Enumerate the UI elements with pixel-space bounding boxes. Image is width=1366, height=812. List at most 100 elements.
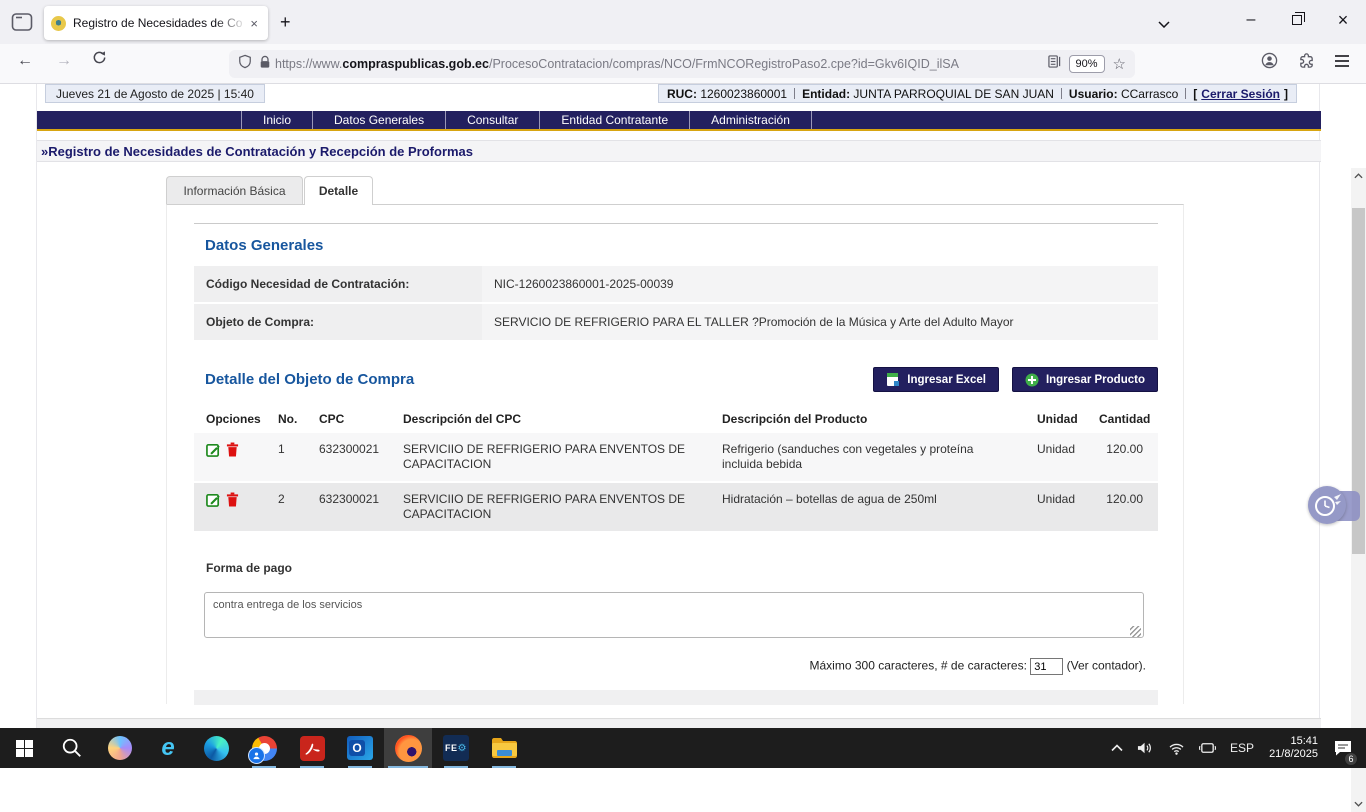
scroll-up-icon[interactable] bbox=[1351, 168, 1366, 184]
col-cpc: CPC bbox=[319, 412, 403, 426]
cast-display-icon[interactable] bbox=[1192, 728, 1223, 768]
url-domain: compraspublicas.gob.ec bbox=[342, 57, 489, 71]
tab-close-icon[interactable]: × bbox=[247, 15, 261, 32]
fes-app-button[interactable]: FE⚙ bbox=[432, 728, 480, 768]
volume-icon[interactable] bbox=[1130, 728, 1161, 768]
tray-date: 21/8/2025 bbox=[1269, 748, 1318, 761]
menu-hamburger-icon[interactable] bbox=[1334, 54, 1350, 73]
account-icon[interactable] bbox=[1261, 52, 1278, 74]
floating-clock-widget[interactable] bbox=[1308, 486, 1360, 526]
col-desc-cpc: Descripción del CPC bbox=[403, 412, 722, 426]
language-indicator[interactable]: ESP bbox=[1223, 728, 1261, 768]
folder-icon bbox=[491, 737, 517, 759]
file-explorer-button[interactable] bbox=[480, 728, 528, 768]
outlook-icon: O bbox=[347, 736, 373, 760]
next-section-bar bbox=[37, 718, 1321, 728]
copilot-icon bbox=[108, 736, 132, 760]
field-row-objeto: Objeto de Compra: SERVICIO DE REFRIGERIO… bbox=[194, 304, 1158, 340]
site-favicon-icon bbox=[51, 16, 66, 31]
search-button[interactable] bbox=[48, 728, 96, 768]
tab-list-chevron-icon[interactable] bbox=[1158, 15, 1170, 33]
character-counter: Máximo 300 caracteres, # de caracteres: … bbox=[194, 658, 1146, 675]
tray-clock[interactable]: 15:41 21/8/2025 bbox=[1261, 735, 1326, 761]
url-text: https://www.compraspublicas.gob.ec/Proce… bbox=[275, 57, 1048, 71]
restore-button[interactable] bbox=[1274, 0, 1320, 40]
ruc-value: 1260023860001 bbox=[700, 87, 787, 101]
edit-icon[interactable] bbox=[206, 492, 221, 510]
chrome-icon bbox=[252, 736, 277, 761]
codigo-value: NIC-1260023860001-2025-00039 bbox=[482, 266, 1158, 302]
nav-item-administracion[interactable]: Administración bbox=[689, 111, 812, 129]
table-header-row: Opciones No. CPC Descripción del CPC Des… bbox=[194, 407, 1158, 431]
delete-trash-icon[interactable] bbox=[226, 492, 239, 510]
minimize-button[interactable]: – bbox=[1228, 0, 1274, 40]
edit-icon[interactable] bbox=[206, 442, 221, 460]
delete-trash-icon[interactable] bbox=[226, 442, 239, 460]
window-close-button[interactable]: × bbox=[1320, 0, 1366, 40]
wifi-icon[interactable] bbox=[1161, 728, 1192, 768]
tab-detalle[interactable]: Detalle bbox=[304, 176, 373, 205]
start-button[interactable] bbox=[0, 728, 48, 768]
cell-cpc-desc: SERVICIIO DE REFRIGERIO PARA ENVENTOS DE… bbox=[403, 442, 722, 472]
extensions-puzzle-icon[interactable] bbox=[1298, 52, 1315, 74]
counter-input[interactable] bbox=[1030, 658, 1063, 675]
bookmark-star-icon[interactable]: ☆ bbox=[1113, 55, 1126, 73]
counter-prefix: Máximo 300 caracteres, # de caracteres: bbox=[810, 659, 1027, 673]
tracking-shield-icon[interactable] bbox=[238, 54, 252, 74]
cell-cpc: 632300021 bbox=[319, 492, 403, 522]
copilot-button[interactable] bbox=[96, 728, 144, 768]
back-button[interactable]: ← bbox=[17, 52, 33, 70]
nav-item-entidad-contratante[interactable]: Entidad Contratante bbox=[539, 111, 689, 129]
chrome-button[interactable] bbox=[240, 728, 288, 768]
internet-explorer-button[interactable]: e bbox=[144, 728, 192, 768]
usuario-value: CCarrasco bbox=[1121, 87, 1178, 101]
lock-icon[interactable] bbox=[259, 55, 271, 74]
url-bar[interactable]: https://www.compraspublicas.gob.ec/Proce… bbox=[229, 50, 1135, 78]
forma-de-pago-label: Forma de pago bbox=[194, 561, 1183, 575]
table-row: 1 632300021 SERVICIIO DE REFRIGERIO PARA… bbox=[194, 433, 1158, 481]
resize-grip-icon[interactable] bbox=[1130, 626, 1141, 637]
forward-button[interactable]: → bbox=[56, 52, 72, 70]
cell-prod-desc: Refrigerio (sanduches con vegetales y pr… bbox=[722, 442, 1037, 472]
search-icon bbox=[61, 737, 83, 759]
edge-icon bbox=[204, 736, 229, 761]
cell-cpc: 632300021 bbox=[319, 442, 403, 472]
notification-center-button[interactable]: 6 bbox=[1326, 728, 1360, 768]
taskbar: e O FE⚙ bbox=[0, 728, 1366, 768]
main-navigation: Inicio Datos Generales Consultar Entidad… bbox=[37, 111, 1321, 131]
col-cantidad: Cantidad bbox=[1099, 412, 1158, 426]
acrobat-icon bbox=[300, 736, 325, 761]
nav-item-consultar[interactable]: Consultar bbox=[445, 111, 539, 129]
section-footer-bar bbox=[194, 690, 1158, 705]
counter-suffix: (Ver contador). bbox=[1067, 659, 1146, 673]
firefox-button[interactable] bbox=[384, 728, 432, 768]
refresh-button[interactable] bbox=[92, 50, 107, 70]
tray-chevron-up-icon[interactable] bbox=[1104, 728, 1130, 768]
zoom-level-badge[interactable]: 90% bbox=[1069, 55, 1105, 73]
cell-cantidad: 120.00 bbox=[1099, 492, 1158, 522]
edge-button[interactable] bbox=[192, 728, 240, 768]
firefox-icon bbox=[395, 735, 422, 762]
windows-logo-icon bbox=[16, 740, 33, 757]
forma-de-pago-textarea[interactable]: contra entrega de los servicios bbox=[204, 592, 1144, 638]
nav-item-datos-generales[interactable]: Datos Generales bbox=[312, 111, 445, 129]
tab-informacion-basica[interactable]: Información Básica bbox=[166, 176, 303, 204]
fes-app-icon: FE⚙ bbox=[443, 735, 469, 761]
cell-cantidad: 120.00 bbox=[1099, 442, 1158, 472]
ingresar-excel-button[interactable]: Ingresar Excel bbox=[873, 367, 999, 392]
col-desc-producto: Descripción del Producto bbox=[722, 412, 1037, 426]
acrobat-button[interactable] bbox=[288, 728, 336, 768]
firefox-view-icon[interactable] bbox=[11, 12, 33, 32]
reader-view-icon[interactable] bbox=[1048, 55, 1061, 73]
outlook-button[interactable]: O bbox=[336, 728, 384, 768]
new-tab-button[interactable]: + bbox=[280, 10, 291, 34]
cell-unidad: Unidad bbox=[1037, 442, 1099, 472]
tray-time: 15:41 bbox=[1269, 735, 1318, 748]
restore-icon bbox=[1292, 15, 1302, 25]
cell-no: 1 bbox=[278, 442, 319, 472]
ingresar-producto-button[interactable]: Ingresar Producto bbox=[1012, 367, 1158, 392]
nav-item-inicio[interactable]: Inicio bbox=[241, 111, 312, 129]
scroll-down-icon[interactable] bbox=[1351, 796, 1366, 812]
logout-link[interactable]: Cerrar Sesión bbox=[1201, 87, 1280, 101]
browser-tab[interactable]: Registro de Necesidades de Co × bbox=[44, 6, 268, 40]
